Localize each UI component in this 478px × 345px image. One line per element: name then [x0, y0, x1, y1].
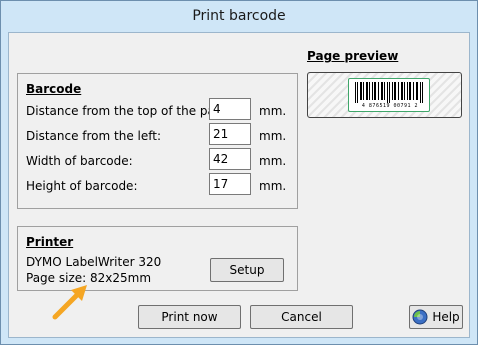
left-distance-input[interactable] — [209, 123, 251, 145]
preview-title: Page preview — [307, 49, 399, 63]
left-distance-unit: mm. — [259, 129, 287, 143]
help-icon — [412, 309, 428, 325]
height-unit: mm. — [259, 179, 287, 193]
width-unit: mm. — [259, 154, 287, 168]
width-input[interactable] — [209, 148, 251, 170]
arrow-annotation-icon — [52, 285, 87, 320]
height-input[interactable] — [209, 173, 251, 195]
cancel-button[interactable]: Cancel — [250, 305, 353, 329]
help-label: Help — [432, 310, 460, 324]
width-label: Width of barcode: — [26, 154, 133, 168]
printer-group-title: Printer — [26, 235, 74, 249]
label-preview: 4 876519 00791 2 — [348, 78, 430, 112]
help-button[interactable]: Help — [409, 305, 463, 329]
barcode-group-title: Barcode — [26, 82, 82, 96]
print-now-button[interactable]: Print now — [138, 305, 241, 329]
barcode-graphic — [355, 82, 423, 103]
window-title: Print barcode — [192, 8, 286, 24]
setup-button[interactable]: Setup — [210, 258, 284, 282]
dialog-window: Print barcode Barcode Distance from the … — [0, 0, 478, 345]
barcode-number: 4 876519 00791 2 — [361, 103, 419, 109]
top-distance-input[interactable] — [209, 98, 251, 120]
left-distance-label: Distance from the left: — [26, 129, 162, 143]
top-distance-unit: mm. — [259, 104, 287, 118]
page-preview: 4 876519 00791 2 — [307, 72, 462, 118]
top-distance-label: Distance from the top of the page: — [26, 104, 234, 118]
height-label: Height of barcode: — [26, 179, 138, 193]
printer-name: DYMO LabelWriter 320 — [26, 255, 162, 269]
barcode-group: Barcode Distance from the top of the pag… — [17, 73, 298, 209]
